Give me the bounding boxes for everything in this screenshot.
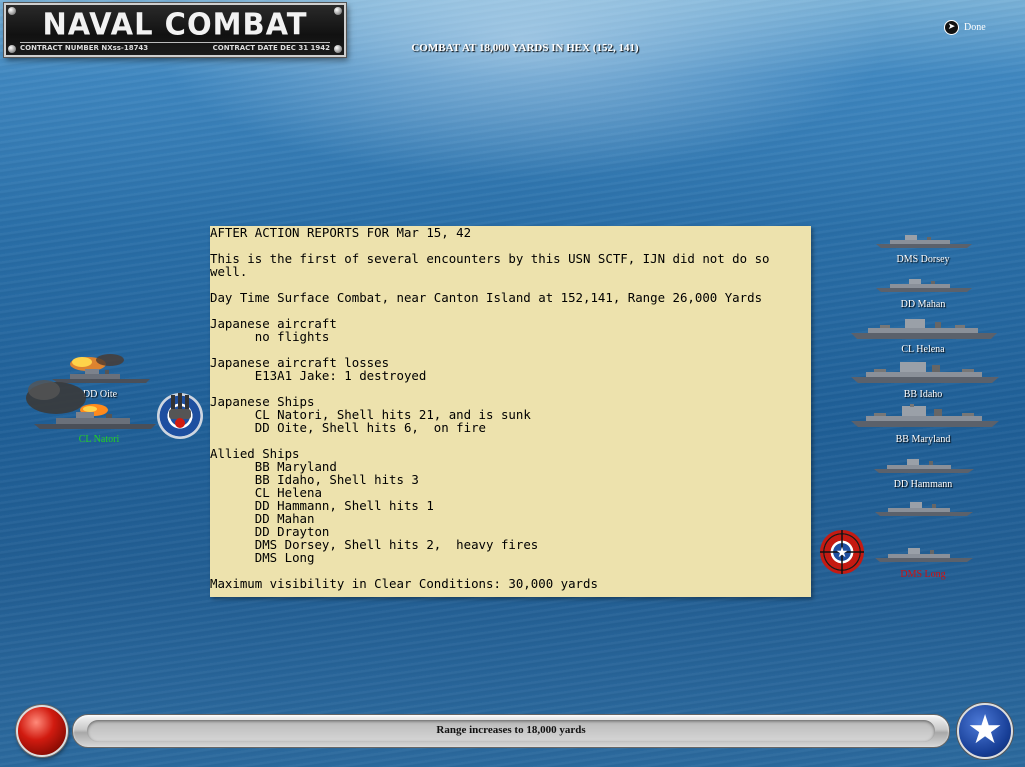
battleship-icon (851, 404, 999, 427)
destroyer-icon (875, 502, 973, 516)
naval-combat-screen: NAVAL COMBAT CONTRACT NUMBER NXss-18743 … (0, 0, 1025, 767)
message-inner: Range increases to 18,000 yards (87, 720, 935, 742)
naval-combat-title-plate: NAVAL COMBAT CONTRACT NUMBER NXss-18743 … (4, 3, 346, 57)
svg-text:★: ★ (836, 545, 849, 561)
target-crosshair-icon[interactable]: ★ (820, 530, 864, 574)
combat-message-bar: Range increases to 18,000 yards (72, 714, 950, 748)
after-action-report-text: AFTER ACTION REPORTS FOR Mar 15, 42 This… (210, 225, 770, 591)
ship-label-dd-mahan: DD Mahan (900, 299, 946, 310)
destroyer-icon (876, 279, 972, 292)
screw-icon (334, 45, 342, 53)
ship-label-dms-long: DMS Long (900, 569, 946, 580)
ship-dd-mahan[interactable] (875, 276, 973, 294)
red-action-button[interactable] (16, 705, 68, 757)
ship-label-cl-helena: CL Helena (901, 344, 945, 355)
destroyer-icon (874, 459, 974, 473)
done-button[interactable]: ➤ Done (944, 20, 986, 35)
arrow-right-icon: ➤ (944, 20, 959, 35)
star-button[interactable]: ★ (957, 703, 1013, 759)
ship-dms-dorsey[interactable] (875, 232, 973, 250)
ship-label-bb-maryland: BB Maryland (895, 434, 951, 445)
ship-label-cl-natori: CL Natori (78, 434, 120, 445)
after-action-report-panel: AFTER ACTION REPORTS FOR Mar 15, 42 This… (210, 226, 811, 597)
ship-bb-idaho[interactable] (850, 360, 1000, 386)
turret-target-icon (157, 393, 203, 439)
destroyer-icon (876, 235, 972, 248)
ship-label-bb-idaho: BB Idaho (903, 389, 943, 400)
contract-number: CONTRACT NUMBER NXss-18743 (20, 44, 149, 52)
ship-label-dd-hammann: DD Hammann (893, 479, 953, 490)
done-label: Done (964, 22, 986, 33)
star-icon: ★ (967, 707, 1003, 753)
ship-dd-hammann[interactable] (873, 456, 975, 476)
cruiser-icon (26, 380, 156, 429)
ship-dd-drayton[interactable] (874, 499, 974, 519)
battleship-icon (851, 362, 999, 383)
game-title: NAVAL COMBAT (42, 6, 308, 42)
contract-info: CONTRACT NUMBER NXss-18743 CONTRACT DATE… (20, 42, 330, 52)
ship-label-dms-dorsey: DMS Dorsey (896, 254, 950, 265)
cruiser-icon (851, 319, 997, 339)
combat-message: Range increases to 18,000 yards (436, 724, 586, 736)
contract-date: CONTRACT DATE DEC 31 1942 (212, 44, 330, 52)
ship-dms-long[interactable] (874, 545, 974, 565)
ship-cl-helena[interactable] (850, 316, 998, 342)
ship-bb-maryland[interactable] (850, 404, 1000, 430)
ship-cl-natori[interactable] (16, 376, 161, 432)
destroyer-icon (875, 548, 973, 562)
combat-header: COMBAT AT 18,000 YARDS IN HEX (152, 141) (411, 42, 639, 54)
screw-icon (8, 45, 16, 53)
